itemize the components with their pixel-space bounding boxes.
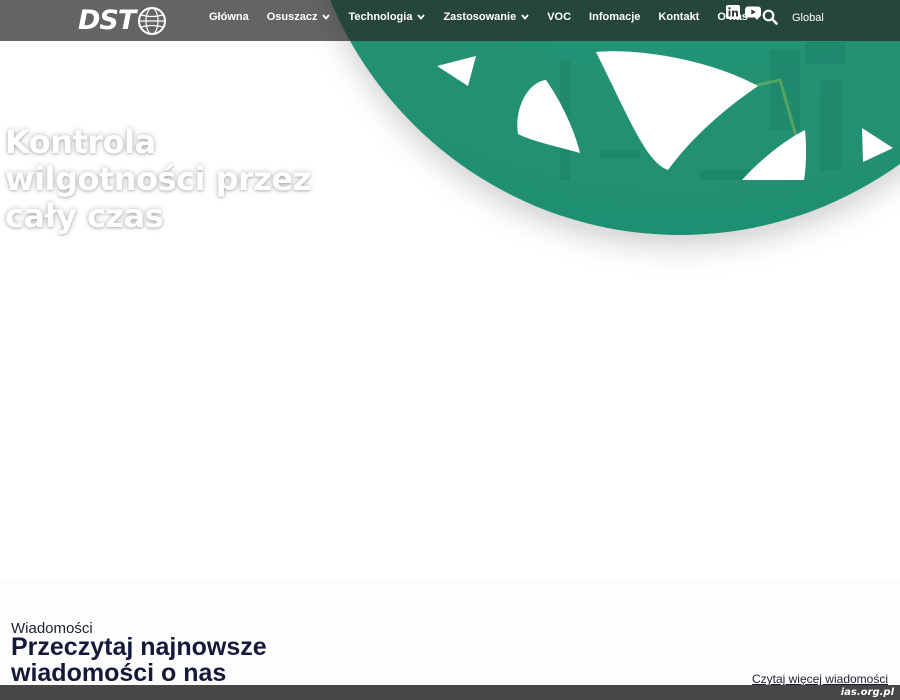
logo[interactable]: DST	[78, 4, 167, 38]
page: Kontrola wilgotności przez cały czas DST…	[0, 0, 900, 700]
news-section: Wiadomości Przeczytaj najnowsze wiadomoś…	[0, 580, 900, 686]
nav-item-label: Technologia	[348, 11, 413, 23]
globe-icon	[138, 7, 167, 35]
nav-item-infomacje[interactable]: Infomacje	[580, 11, 649, 23]
chevron-down-icon	[417, 14, 426, 20]
nav-item-label: Kontakt	[658, 11, 700, 23]
hero-heading-line: cały czas	[5, 197, 164, 235]
hero-heading-line: wilgotności przez	[5, 160, 311, 198]
nav-item-label: Infomacje	[589, 11, 641, 23]
nav-item-technologia[interactable]: Technologia	[339, 11, 434, 23]
linkedin-icon[interactable]	[726, 5, 740, 19]
hero-heading: Kontrola wilgotności przez cały czas	[5, 124, 335, 235]
top-navigation: DST Główna Osuszacz Technologia Zastosow	[0, 0, 900, 41]
nav-item-label: Zastosowanie	[443, 11, 517, 23]
news-title-line: Przeczytaj najnowsze	[11, 633, 267, 661]
bottom-bar: ias.org.pl	[0, 685, 900, 700]
youtube-icon[interactable]	[745, 5, 761, 19]
nav-item-label: VOC	[547, 11, 572, 23]
chevron-down-icon	[322, 14, 331, 20]
watermark: ias.org.pl	[840, 687, 894, 698]
nav-item-voc[interactable]: VOC	[538, 11, 580, 23]
nav-item-zastosowanie[interactable]: Zastosowanie	[434, 11, 538, 23]
region-selector[interactable]: Global	[792, 12, 824, 24]
logo-text: DST	[78, 5, 136, 36]
nav-item-glowna[interactable]: Główna	[200, 11, 258, 23]
nav-item-label: Główna	[209, 11, 249, 23]
main-menu: Główna Osuszacz Technologia Zastosowanie…	[200, 0, 770, 34]
nav-item-kontakt[interactable]: Kontakt	[649, 11, 708, 23]
news-title-line: wiadomości o nas	[11, 659, 227, 687]
chevron-down-icon	[521, 14, 529, 20]
read-more-news-link[interactable]: Czytaj więcej wiadomości	[752, 672, 888, 686]
nav-item-label: Osuszacz	[266, 11, 318, 23]
hero-heading-line: Kontrola	[5, 123, 156, 161]
search-icon[interactable]	[762, 9, 778, 25]
news-title: Przeczytaj najnowsze wiadomości o nas	[11, 634, 267, 686]
nav-item-osuszacz[interactable]: Osuszacz	[258, 11, 340, 23]
